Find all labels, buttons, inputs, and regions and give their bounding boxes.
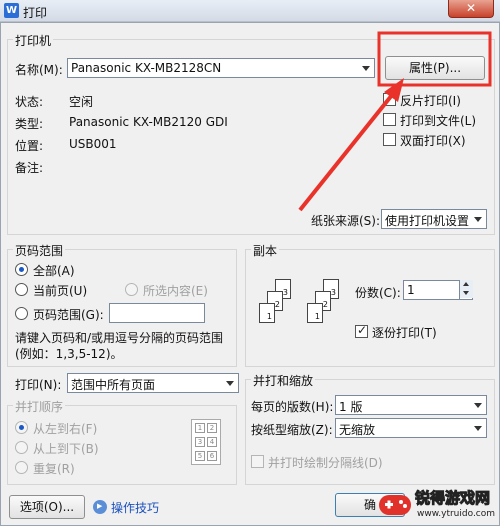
annotation-overlay [298, 31, 492, 212]
annotation-arrow-line [298, 88, 398, 212]
highlight-box [377, 31, 492, 87]
